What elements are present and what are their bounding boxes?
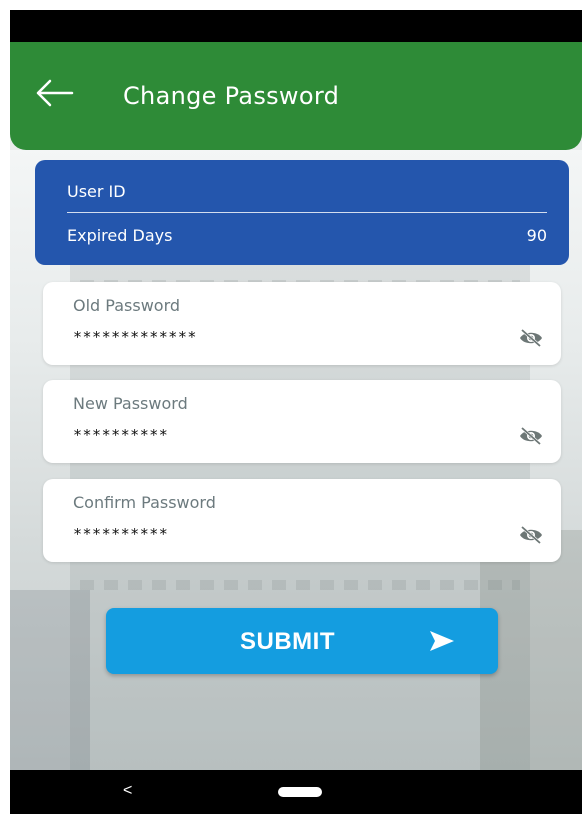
submit-button[interactable]: SUBMIT	[106, 608, 498, 674]
new-password-input[interactable]	[73, 426, 473, 444]
nav-back-button[interactable]: <	[123, 782, 132, 800]
confirm-password-input[interactable]	[73, 525, 473, 543]
system-nav-bar: <	[10, 770, 582, 814]
eye-off-icon[interactable]	[519, 328, 543, 348]
send-arrow-icon	[430, 631, 454, 651]
arrow-left-icon[interactable]	[34, 78, 74, 108]
user-id-label: User ID	[67, 182, 126, 201]
user-info-card: User ID Expired Days 90	[35, 160, 569, 265]
app-bar: Change Password	[10, 42, 582, 150]
old-password-label: Old Password	[73, 296, 181, 315]
new-password-field: New Password	[43, 380, 561, 463]
eye-off-icon[interactable]	[519, 525, 543, 545]
status-bar	[10, 10, 582, 42]
old-password-field: Old Password	[43, 282, 561, 365]
submit-label: SUBMIT	[240, 628, 335, 655]
confirm-password-field: Confirm Password	[43, 479, 561, 562]
page-title: Change Password	[123, 82, 340, 110]
expired-days-row: Expired Days 90	[67, 226, 547, 245]
home-pill-icon[interactable]	[278, 787, 322, 797]
old-password-input[interactable]	[73, 328, 473, 346]
phone-screen: Change Password User ID Expired Days 90 …	[10, 10, 582, 814]
user-id-row: User ID	[67, 182, 537, 201]
expired-days-label: Expired Days	[67, 226, 173, 245]
expired-days-value: 90	[526, 226, 547, 245]
new-password-label: New Password	[73, 394, 188, 413]
eye-off-icon[interactable]	[519, 426, 543, 446]
confirm-password-label: Confirm Password	[73, 493, 216, 512]
info-divider	[67, 212, 547, 213]
